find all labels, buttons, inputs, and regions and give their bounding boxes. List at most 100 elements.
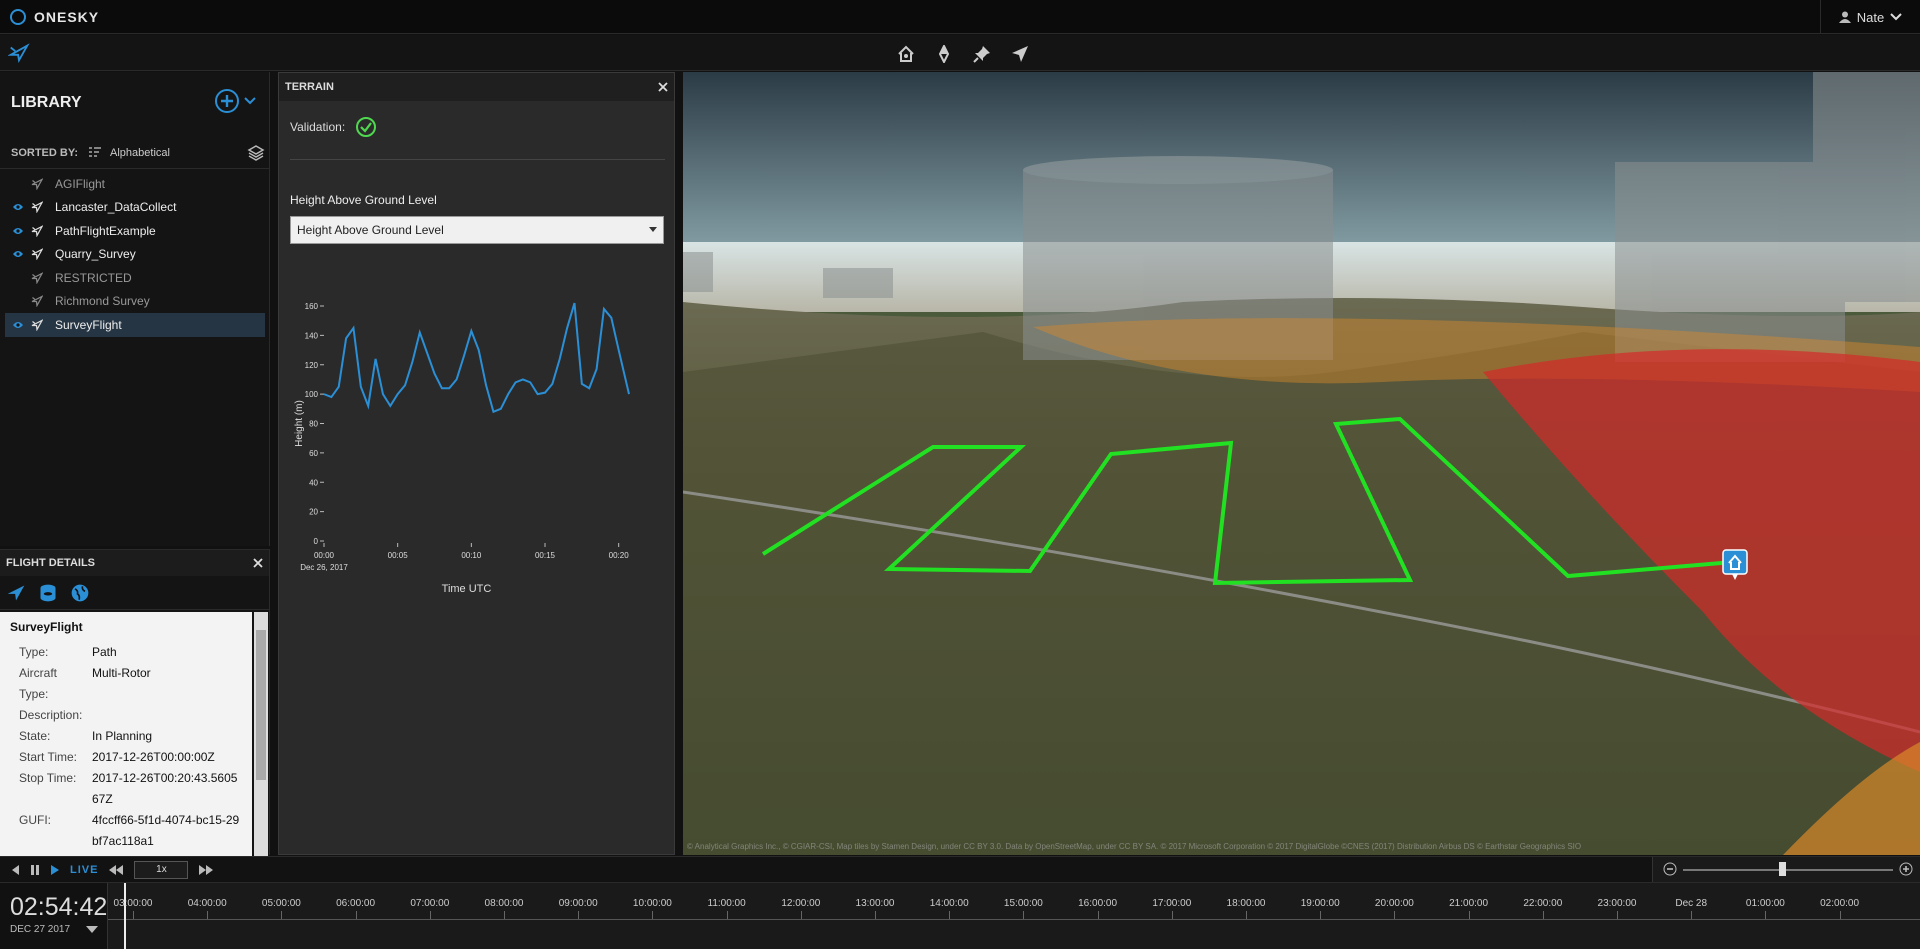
- playback-buttons: LIVE 1x: [10, 861, 214, 879]
- user-menu[interactable]: Nate: [1820, 0, 1920, 34]
- timeline[interactable]: 02:54:42 DEC 27 2017 03:00:00 04:00:00 05:…: [0, 882, 1920, 949]
- library-item[interactable]: PathFlightExample: [5, 219, 265, 243]
- hagl-select-value: Height Above Ground Level: [297, 223, 444, 237]
- home-view-button[interactable]: [895, 43, 917, 65]
- flight-details-header: FLIGHT DETAILS: [0, 550, 269, 576]
- visibility-toggle[interactable]: [5, 203, 31, 211]
- close-icon[interactable]: [658, 82, 668, 92]
- onesky-logo-icon: [10, 9, 26, 25]
- airplane-icon[interactable]: [6, 583, 26, 603]
- timeline-ticks[interactable]: 03:00:00 04:00:00 05:00:00 06:00:00 07:00:00…: [108, 883, 1920, 949]
- airplane-icon: [31, 178, 43, 190]
- detail-key: Start Time:: [19, 750, 78, 764]
- map-view[interactable]: © Analytical Graphics Inc., © CGIAR-CSI,…: [683, 72, 1920, 855]
- eye-icon: [13, 227, 23, 234]
- detail-key: Stop Time:: [19, 771, 77, 785]
- brand[interactable]: ONESKY: [10, 9, 99, 25]
- toolbar: [0, 35, 1920, 71]
- timeline-tick-mark: [1617, 911, 1618, 919]
- zoom-track[interactable]: [1683, 869, 1893, 871]
- step-back-icon[interactable]: [10, 864, 20, 876]
- visibility-toggle[interactable]: [5, 227, 31, 235]
- library-item[interactable]: AGIFlight: [5, 172, 265, 196]
- timeline-tick-label: 14:00:00: [929, 898, 969, 909]
- map-tools: [895, 43, 1031, 65]
- zoom-out-icon[interactable]: [1663, 862, 1677, 876]
- map-attribution: © Analytical Graphics Inc., © CGIAR-CSI,…: [687, 842, 1582, 851]
- timeline-tick-mark: [1691, 911, 1693, 919]
- library-item[interactable]: RESTRICTED: [5, 266, 265, 290]
- timeline-tick-label: 11:00:00: [707, 898, 746, 909]
- visibility-toggle[interactable]: [5, 321, 31, 329]
- compass-icon: [938, 45, 950, 63]
- scrollbar-thumb[interactable]: [256, 630, 266, 780]
- clock[interactable]: 02:54:42 DEC 27 2017: [0, 883, 108, 949]
- home-icon: [898, 45, 914, 62]
- airplane-icon: [7, 43, 30, 64]
- timeline-tick-mark: [1320, 911, 1322, 919]
- navigate-button[interactable]: [1009, 43, 1031, 65]
- timeline-tick-label: 23:00:00: [1597, 898, 1637, 909]
- flight-type-icon-wrap: [31, 295, 55, 308]
- add-flight-button[interactable]: [214, 88, 256, 114]
- globe-icon[interactable]: [70, 583, 90, 603]
- hagl-select[interactable]: Height Above Ground Level: [290, 216, 664, 244]
- details-scrollbar[interactable]: [254, 612, 268, 856]
- timeline-tick-mark: [1394, 911, 1396, 919]
- eye-icon: [13, 251, 23, 258]
- height-chart: 0 20 40 60 80 100 120 140 160 00:00 00:05 00:10 00:1…: [294, 302, 630, 595]
- timeline-tick-label: 19:00:00: [1300, 898, 1340, 909]
- timeline-tick-mark: [1171, 911, 1173, 919]
- timeline-cursor[interactable]: [124, 883, 126, 949]
- timeline-tick-label: 06:00:00: [336, 898, 376, 909]
- detail-key: GUFI:: [19, 813, 51, 827]
- zoom-slider-handle[interactable]: [1779, 862, 1786, 876]
- library-item[interactable]: Quarry_Survey: [5, 243, 265, 267]
- library-title: LIBRARY: [11, 94, 82, 111]
- flight-type-icon-wrap: [31, 272, 55, 284]
- layers-icon[interactable]: [247, 144, 265, 162]
- zoom-in-icon[interactable]: [1899, 862, 1913, 876]
- live-button[interactable]: LIVE: [70, 864, 98, 876]
- timeline-tick-label: Dec 28: [1675, 898, 1708, 909]
- user-icon: [1838, 11, 1851, 23]
- library-item[interactable]: SurveyFlight: [5, 313, 265, 337]
- library-item[interactable]: Lancaster_DataCollect: [5, 196, 265, 220]
- timeline-tick-mark: [578, 911, 580, 919]
- library-item[interactable]: Richmond Survey: [5, 290, 265, 314]
- pin-button[interactable]: [971, 43, 993, 65]
- library-item-label: AGIFlight: [55, 176, 106, 191]
- speed-input[interactable]: 1x: [134, 861, 189, 879]
- timeline-tick-label: 12:00:00: [781, 898, 821, 909]
- detail-row: Description:: [10, 705, 242, 726]
- play-icon[interactable]: [50, 864, 60, 876]
- pause-icon[interactable]: [30, 864, 40, 876]
- chevron-down-icon: [244, 97, 256, 105]
- timeline-tick-mark: [726, 911, 728, 919]
- detail-value: 4fccff66-5f1d-4074-bc15-29bf7ac118a1: [92, 813, 240, 848]
- eye-icon: [13, 321, 23, 328]
- sort-control[interactable]: SORTED BY: Alphabetical: [11, 142, 265, 164]
- terrain-header: TERRAIN: [279, 73, 674, 101]
- timeline-tick-mark: [1765, 911, 1767, 919]
- airplane-icon: [31, 319, 43, 331]
- rewind-icon[interactable]: [108, 864, 124, 876]
- detail-row: Start Time: 2017-12-26T00:00:00Z: [10, 747, 242, 768]
- flight-type-icon-wrap: [31, 201, 55, 214]
- timeline-tick-label: 01:00:00: [1745, 898, 1785, 909]
- visibility-toggle[interactable]: [5, 250, 31, 258]
- compass-button[interactable]: [933, 43, 955, 65]
- flight-panel-toggle[interactable]: [7, 42, 30, 67]
- caret-down-icon[interactable]: [86, 926, 98, 934]
- eye-icon: [13, 204, 23, 211]
- fast-forward-icon[interactable]: [198, 864, 214, 876]
- x-tick-label: 00:05: [388, 551, 409, 560]
- hagl-label: Height Above Ground Level: [290, 193, 437, 207]
- timeline-tick-mark: [281, 911, 283, 919]
- timeline-tick-label: 15:00:00: [1003, 898, 1043, 909]
- database-icon[interactable]: [38, 583, 58, 603]
- timeline-tick-mark: [504, 911, 505, 919]
- close-icon[interactable]: [253, 558, 263, 568]
- detail-value: 2017-12-26T00:20:43.560567Z: [92, 771, 238, 806]
- airplane-icon: [31, 201, 43, 214]
